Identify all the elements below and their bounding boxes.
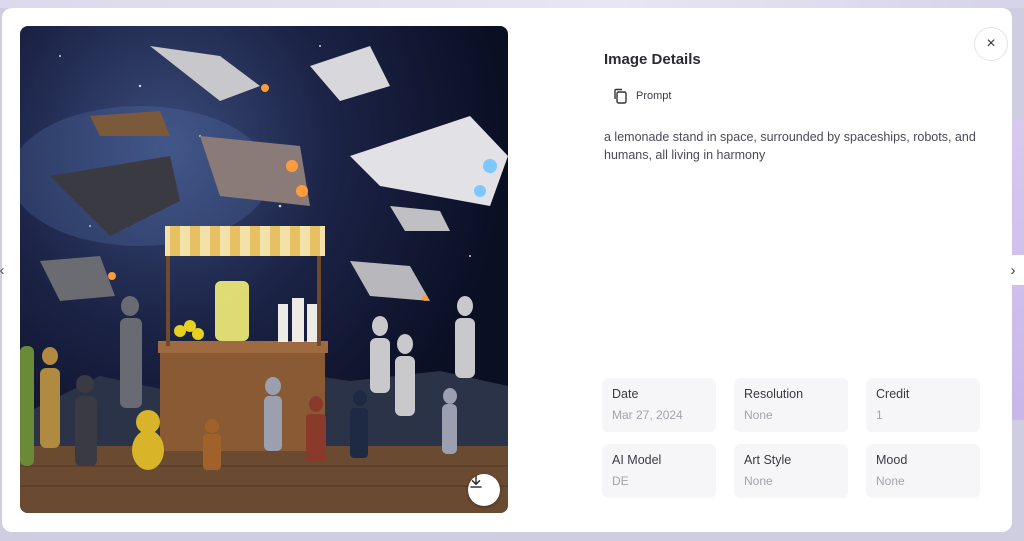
meta-label: Art Style [744, 453, 792, 467]
meta-label: Date [612, 387, 639, 401]
chevron-left-icon: ‹ [0, 261, 5, 279]
prompt-label: Prompt [636, 90, 672, 102]
meta-value: 1 [876, 408, 883, 422]
copy-icon [614, 88, 627, 104]
meta-card-mood: Mood None [866, 444, 980, 498]
next-image-button[interactable]: › [1000, 255, 1024, 285]
download-button[interactable] [468, 474, 500, 506]
meta-card-art-style: Art Style None [734, 444, 848, 498]
meta-label: Resolution [744, 387, 804, 401]
details-title: Image Details [604, 51, 701, 68]
close-button[interactable]: × [974, 27, 1008, 61]
meta-card-ai-model: AI Model DE [602, 444, 716, 498]
meta-card-date: Date Mar 27, 2024 [602, 378, 716, 432]
prompt-text: a lemonade stand in space, surrounded by… [604, 130, 976, 162]
meta-card-resolution: Resolution None [734, 378, 848, 432]
generated-image[interactable] [20, 26, 508, 513]
prompt-copy-button[interactable]: Prompt [612, 88, 671, 104]
download-icon [470, 475, 482, 488]
meta-value: None [744, 408, 773, 422]
meta-value: None [876, 474, 905, 488]
meta-value: None [744, 474, 773, 488]
background-strip [0, 0, 1024, 8]
previous-image-button[interactable]: ‹ [0, 255, 12, 285]
meta-label: Mood [876, 453, 908, 467]
meta-value: Mar 27, 2024 [612, 408, 683, 422]
meta-label: Credit [876, 387, 910, 401]
close-icon: × [986, 35, 996, 52]
meta-value: DE [612, 474, 629, 488]
chevron-right-icon: › [1010, 261, 1016, 279]
meta-card-credit: Credit 1 [866, 378, 980, 432]
image-illustration [20, 45, 508, 513]
meta-label: AI Model [612, 453, 662, 467]
image-details-modal: Image Details Prompt a lemonade stand in… [2, 8, 1012, 532]
